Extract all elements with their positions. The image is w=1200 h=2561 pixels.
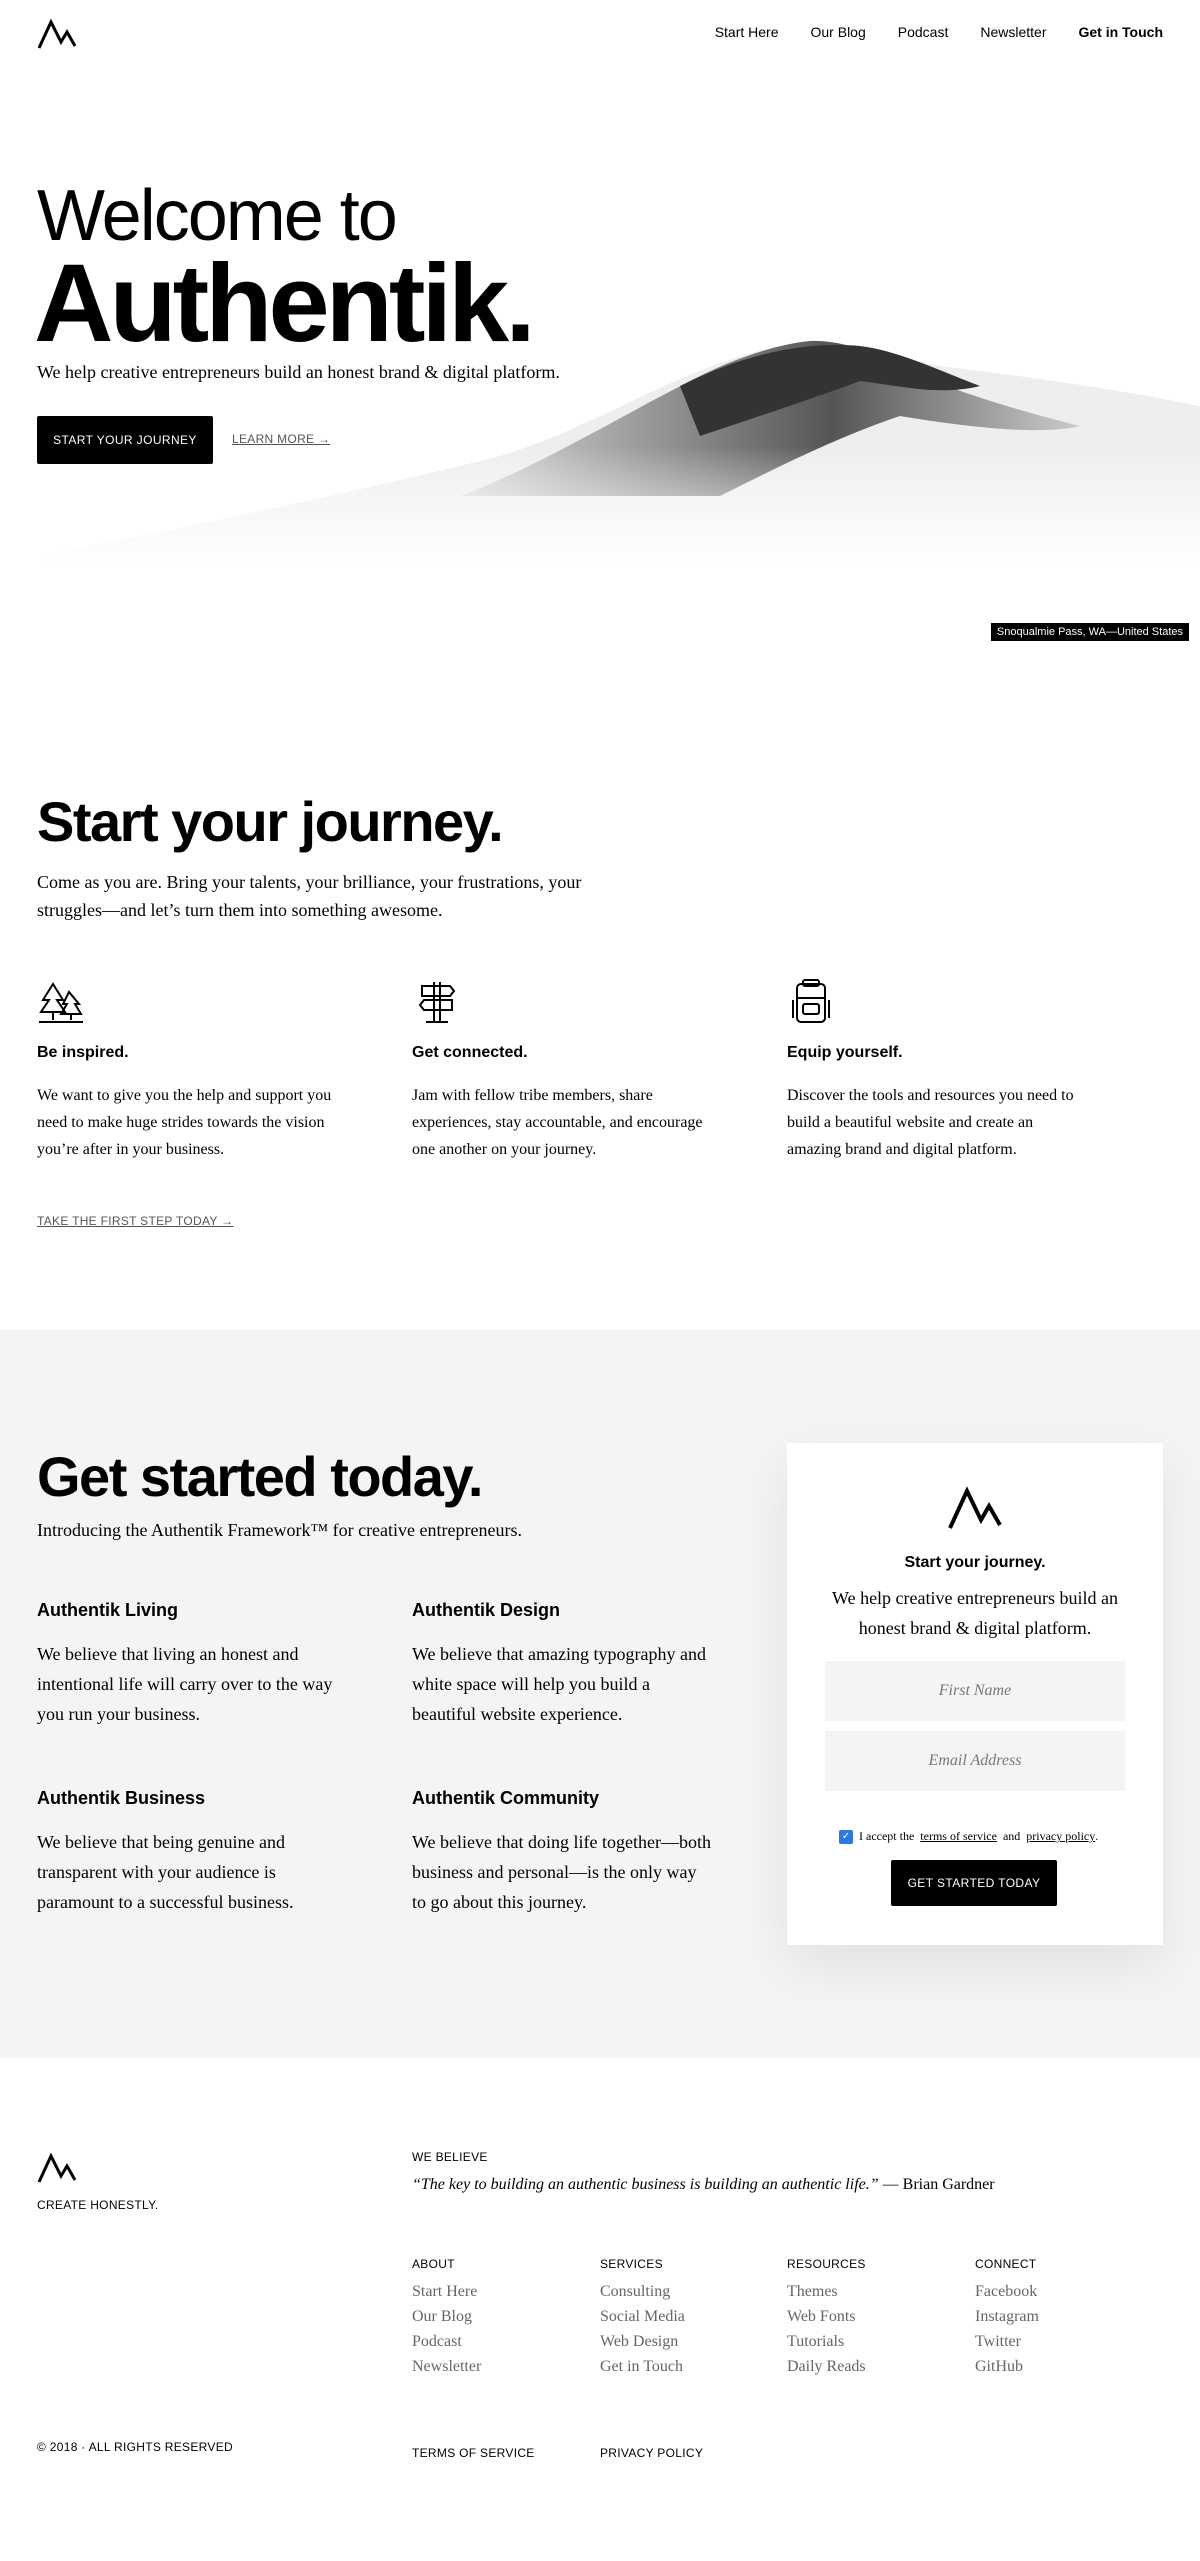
nav-start-here[interactable]: Start Here: [715, 22, 779, 42]
journey-column-equip: Equip yourself. Discover the tools and r…: [787, 978, 1087, 1163]
footer-column-title: RESOURCES: [787, 2257, 866, 2271]
accept-and: and: [1002, 1829, 1021, 1843]
feature-community: Authentik Community We believe that doin…: [412, 1788, 712, 1917]
footer-column-about: ABOUT Start Here Our Blog Podcast Newsle…: [412, 2257, 592, 2379]
nav-get-in-touch[interactable]: Get in Touch: [1078, 22, 1163, 42]
copyright: © 2018 · ALL RIGHTS RESERVED: [37, 2440, 233, 2454]
hero-tagline: We help creative entrepreneurs build an …: [37, 362, 560, 382]
footer-link[interactable]: Get in Touch: [600, 2354, 780, 2379]
feature-title: Authentik Business: [37, 1788, 206, 1808]
column-title: Be inspired.: [37, 1044, 129, 1061]
footer-link[interactable]: Twitter: [975, 2329, 1155, 2354]
footer-link[interactable]: Web Design: [600, 2329, 780, 2354]
backpack-icon: [787, 978, 835, 1026]
column-text: Jam with fellow tribe members, share exp…: [412, 1087, 703, 1158]
signup-card-text: We help creative entrepreneurs build an …: [832, 1588, 1118, 1638]
photo-caption: Snoqualmie Pass, WA—United States: [989, 622, 1190, 642]
nav-our-blog[interactable]: Our Blog: [811, 22, 866, 42]
journey-column-connected: Get connected. Jam with fellow tribe mem…: [412, 978, 712, 1163]
we-believe-label: WE BELIEVE: [412, 2150, 488, 2164]
feature-business: Authentik Business We believe that being…: [37, 1788, 337, 1917]
get-started-title: Get started today.: [37, 1445, 483, 1508]
footer-link[interactable]: Podcast: [412, 2329, 592, 2354]
first-step-link[interactable]: TAKE THE FIRST STEP TODAY →: [37, 1214, 233, 1228]
footer-link[interactable]: Web Fonts: [787, 2304, 967, 2329]
accept-period: .: [1095, 1829, 1099, 1843]
journey-column-inspired: Be inspired. We want to give you the hel…: [37, 978, 337, 1163]
footer-column-title: CONNECT: [975, 2257, 1037, 2271]
feature-title: Authentik Community: [412, 1788, 599, 1808]
privacy-policy-link[interactable]: PRIVACY POLICY: [600, 2446, 703, 2460]
footer-link[interactable]: Newsletter: [412, 2354, 592, 2379]
learn-more-link[interactable]: LEARN MORE →: [232, 432, 330, 446]
get-started-section: Get started today. Introducing the Authe…: [0, 1330, 1200, 2058]
footer-column-resources: RESOURCES Themes Web Fonts Tutorials Dai…: [787, 2257, 967, 2379]
footer-link[interactable]: Themes: [787, 2279, 967, 2304]
feature-design: Authentik Design We believe that amazing…: [412, 1600, 712, 1729]
privacy-link[interactable]: privacy policy: [1026, 1829, 1095, 1844]
column-text: Discover the tools and resources you nee…: [787, 1087, 1074, 1158]
signup-card-title: Start your journey.: [904, 1554, 1046, 1571]
footer-link[interactable]: Our Blog: [412, 2304, 592, 2329]
authentik-logo-icon: [947, 1483, 1003, 1531]
main-nav: Start Here Our Blog Podcast Newsletter G…: [683, 22, 1163, 42]
terms-of-service-link[interactable]: TERMS OF SERVICE: [412, 2446, 535, 2460]
get-started-subtitle: Introducing the Authentik Framework™ for…: [37, 1520, 522, 1540]
authentik-logo-icon[interactable]: [37, 2150, 77, 2184]
terms-acceptance: ✓ I accept the terms of service and priv…: [839, 1829, 1098, 1844]
feature-text: We believe that doing life together—both…: [412, 1832, 711, 1912]
terms-link[interactable]: terms of service: [920, 1829, 997, 1844]
footer-link[interactable]: GitHub: [975, 2354, 1155, 2379]
first-name-field[interactable]: First Name: [825, 1661, 1125, 1721]
authentik-logo-icon[interactable]: [37, 16, 77, 50]
feature-title: Authentik Living: [37, 1600, 178, 1620]
hero-brand-title: Authentik.: [34, 242, 536, 365]
footer-column-services: SERVICES Consulting Social Media Web Des…: [600, 2257, 780, 2379]
trees-icon: [37, 978, 85, 1026]
footer-column-title: ABOUT: [412, 2257, 455, 2271]
footer-link[interactable]: Tutorials: [787, 2329, 967, 2354]
signup-card: Start your journey. We help creative ent…: [787, 1443, 1163, 1945]
nav-podcast[interactable]: Podcast: [898, 22, 949, 42]
column-title: Get connected.: [412, 1044, 528, 1061]
footer-column-title: SERVICES: [600, 2257, 663, 2271]
quote-author: — Brian Gardner: [878, 2176, 995, 2193]
footer-link[interactable]: Daily Reads: [787, 2354, 967, 2379]
get-started-button[interactable]: GET STARTED TODAY: [891, 1860, 1057, 1906]
start-journey-button[interactable]: START YOUR JOURNEY: [37, 416, 213, 464]
footer-link[interactable]: Facebook: [975, 2279, 1155, 2304]
journey-title: Start your journey.: [37, 790, 504, 853]
footer-column-connect: CONNECT Facebook Instagram Twitter GitHu…: [975, 2257, 1155, 2379]
footer-link[interactable]: Social Media: [600, 2304, 780, 2329]
feature-living: Authentik Living We believe that living …: [37, 1600, 337, 1729]
feature-text: We believe that amazing typography and w…: [412, 1644, 706, 1724]
journey-intro: Come as you are. Bring your talents, you…: [37, 872, 582, 920]
footer-motto: CREATE HONESTLY.: [37, 2198, 159, 2212]
footer-quote: “The key to building an authentic busine…: [412, 2176, 995, 2194]
quote-text: “The key to building an authentic busine…: [412, 2176, 879, 2193]
hero-section: Welcome to Authentik. We help creative e…: [0, 66, 1200, 666]
accept-prefix: I accept the: [859, 1829, 915, 1843]
site-header: Start Here Our Blog Podcast Newsletter G…: [0, 0, 1200, 66]
signpost-icon: [412, 978, 460, 1026]
column-title: Equip yourself.: [787, 1044, 903, 1061]
nav-newsletter[interactable]: Newsletter: [980, 22, 1046, 42]
feature-title: Authentik Design: [412, 1600, 561, 1620]
footer-link[interactable]: Consulting: [600, 2279, 780, 2304]
column-text: We want to give you the help and support…: [37, 1087, 332, 1158]
email-field[interactable]: Email Address: [825, 1731, 1125, 1791]
footer-link[interactable]: Start Here: [412, 2279, 592, 2304]
feature-text: We believe that living an honest and int…: [37, 1644, 333, 1724]
accept-checkbox[interactable]: ✓: [839, 1829, 853, 1844]
feature-text: We believe that being genuine and transp…: [37, 1832, 294, 1912]
footer-link[interactable]: Instagram: [975, 2304, 1155, 2329]
